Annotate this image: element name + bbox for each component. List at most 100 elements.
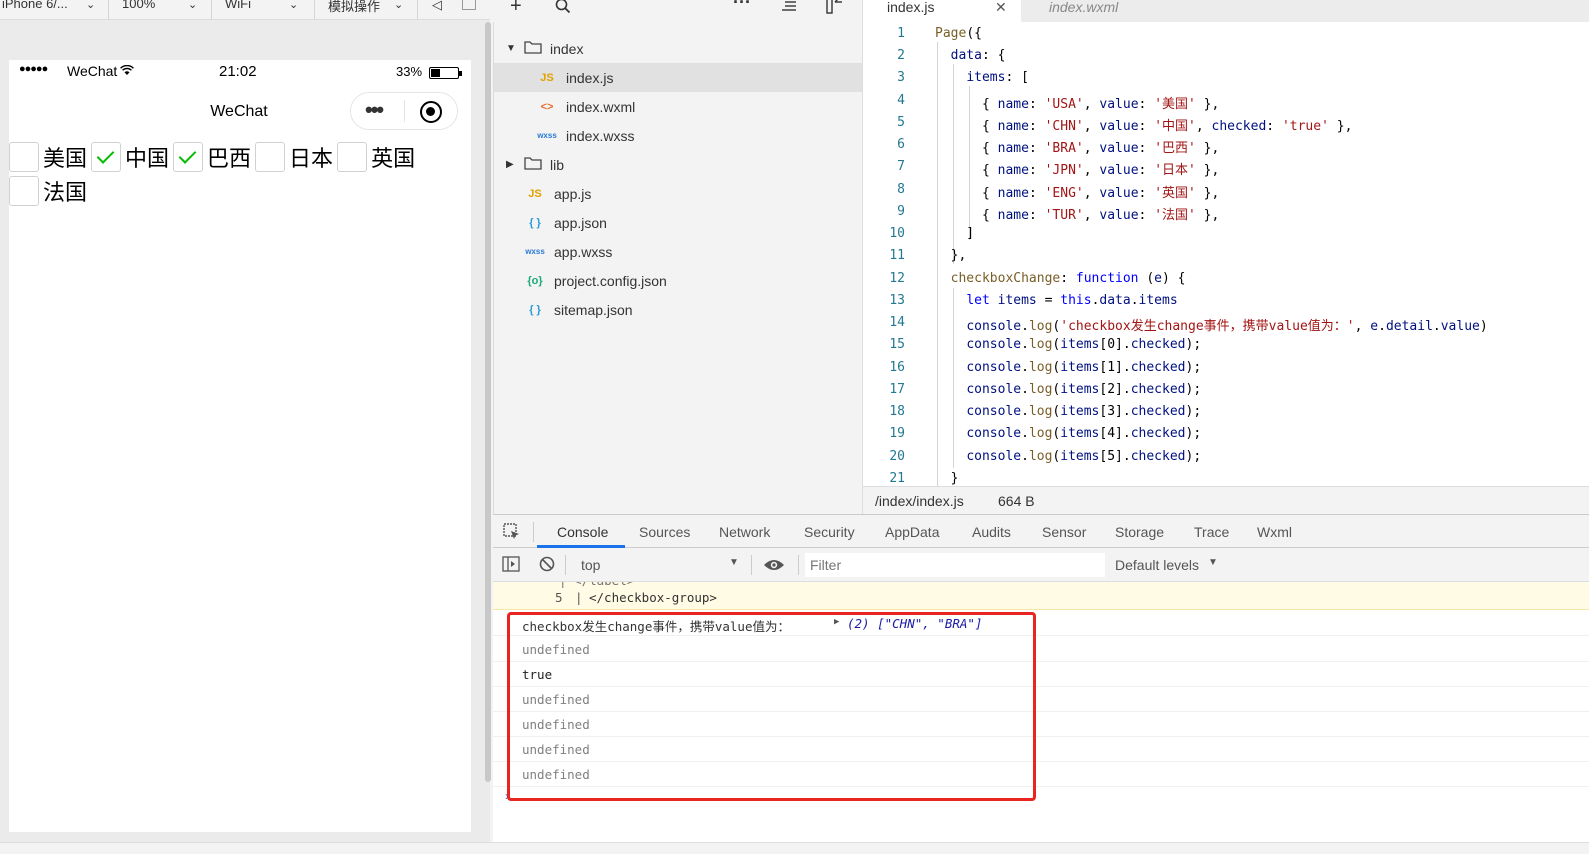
- checkbox-label: 日本: [289, 147, 334, 172]
- snippet-code: </checkbox-group>: [589, 590, 717, 605]
- line-number: 6: [897, 137, 905, 152]
- checkbox-item[interactable]: 巴西: [173, 141, 251, 173]
- code-line: console.log(items[0].checked);: [966, 337, 1202, 352]
- line-number: 11: [889, 248, 905, 263]
- search-icon[interactable]: [555, 0, 571, 17]
- divider: [211, 0, 212, 20]
- code-line: console.log(items[3].checked);: [966, 404, 1202, 419]
- checkbox-unchecked[interactable]: [255, 142, 286, 172]
- more-options-icon[interactable]: ···: [733, 0, 751, 13]
- checkbox-unchecked[interactable]: [9, 142, 39, 172]
- code-editor[interactable]: 1 2 3 4 5 6 7 8 9 10 11 12 13 14 15 16 17 18 19 20 21 Page({…: [862, 22, 1589, 486]
- chevron-right-icon[interactable]: ▶: [506, 159, 520, 170]
- log-levels-value: Default levels: [1115, 557, 1200, 573]
- line-number: 12: [889, 271, 905, 286]
- chevron-down-icon[interactable]: ▼: [506, 43, 520, 54]
- tab-index-wxml[interactable]: index.wxml: [1021, 0, 1191, 22]
- sidebar-toggle-icon[interactable]: [502, 556, 520, 575]
- caret-down-icon: ▼: [729, 557, 739, 568]
- checkbox-item[interactable]: 法国: [9, 175, 87, 207]
- wxss-file-icon: wxss: [525, 247, 545, 256]
- folder-open-icon: [524, 40, 542, 57]
- checkbox-item[interactable]: 英国: [337, 141, 415, 173]
- close-miniprogram-icon[interactable]: [420, 101, 442, 123]
- tree-item-index[interactable]: ▼ index: [494, 34, 863, 63]
- tab-network[interactable]: Network: [719, 524, 770, 540]
- line-number: 15: [889, 337, 905, 352]
- log-levels-select[interactable]: Default levels ▼: [1115, 553, 1225, 577]
- collapse-all-icon[interactable]: [781, 0, 797, 15]
- editor-status-bar: /index/index.js 664 B: [862, 486, 1589, 514]
- code-line: console.log('checkbox发生change事件，携带value值…: [966, 319, 1488, 334]
- operation-select[interactable]: 模拟操作 ⌄: [328, 0, 408, 16]
- more-icon[interactable]: •••: [365, 99, 384, 121]
- tree-item-index-js[interactable]: JS index.js: [494, 63, 863, 92]
- clock: 21:02: [219, 63, 257, 80]
- tree-item-index-wxss[interactable]: wxss index.wxss: [494, 121, 863, 150]
- code-line: Page({: [935, 26, 982, 41]
- inspect-element-icon[interactable]: [503, 523, 521, 544]
- tree-item-lib[interactable]: ▶ lib: [494, 150, 863, 179]
- tab-storage[interactable]: Storage: [1115, 524, 1164, 540]
- line-number: 1: [897, 26, 905, 41]
- simulator-scrollbar[interactable]: [485, 22, 491, 782]
- battery-fill: [431, 69, 440, 77]
- code-line: { name: 'BRA', value: '巴西' },: [935, 141, 1220, 156]
- tab-label: index.wxml: [1049, 0, 1119, 15]
- add-icon[interactable]: +: [510, 0, 522, 18]
- tree-item-project-config-json[interactable]: {o} project.config.json: [494, 266, 863, 295]
- tree-item-sitemap-json[interactable]: { } sitemap.json: [494, 295, 863, 324]
- checkbox-unchecked[interactable]: [9, 176, 39, 206]
- checkbox-item[interactable]: 中国: [91, 141, 169, 173]
- line-number: 7: [897, 159, 905, 174]
- tree-item-app-json[interactable]: { } app.json: [494, 208, 863, 237]
- checkbox-item[interactable]: 日本: [255, 141, 333, 173]
- clear-console-icon[interactable]: [539, 556, 555, 575]
- checkbox-label: 巴西: [207, 147, 252, 172]
- tree-item-label: index.wxml: [566, 98, 636, 115]
- tab-sources[interactable]: Sources: [639, 524, 690, 540]
- simulator-toolbar: iPhone 6/... ⌄ 100% ⌄ WiFi ⌄ 模拟操作 ⌄ ◁: [0, 0, 490, 20]
- device-select[interactable]: iPhone 6/... ⌄: [2, 0, 100, 16]
- eye-icon[interactable]: [763, 558, 785, 575]
- file-tree: ▼ index JS index.js <> index.wxml wxss index.wx…: [493, 22, 863, 514]
- tab-trace[interactable]: Trace: [1194, 524, 1229, 540]
- zoom-select[interactable]: 100% ⌄: [122, 0, 202, 16]
- code-line: data: {: [950, 48, 1006, 63]
- tab-security[interactable]: Security: [804, 524, 855, 540]
- checkbox-checked[interactable]: [91, 142, 122, 172]
- tree-item-app-js[interactable]: JS app.js: [494, 179, 863, 208]
- context-select[interactable]: top ▼: [573, 553, 743, 577]
- network-select[interactable]: WiFi ⌄: [225, 0, 305, 16]
- speaker-icon[interactable]: ◁: [432, 0, 442, 13]
- close-icon[interactable]: ✕: [995, 0, 1007, 14]
- tree-item-index-wxml[interactable]: <> index.wxml: [494, 92, 863, 121]
- checkbox-label: 英国: [371, 147, 416, 172]
- line-number: 16: [889, 360, 905, 375]
- code-line: { name: 'USA', value: '美国' },: [935, 97, 1220, 112]
- tab-index-js[interactable]: index.js ✕: [863, 0, 1021, 22]
- checkbox-checked[interactable]: [173, 142, 204, 172]
- divider: [798, 555, 799, 575]
- split-view-icon[interactable]: [826, 0, 844, 17]
- tab-sensor[interactable]: Sensor: [1042, 524, 1086, 540]
- filter-input[interactable]: [805, 553, 1105, 577]
- tab-console[interactable]: Console: [557, 524, 608, 540]
- tree-item-label: index: [550, 40, 584, 57]
- line-number: 3: [897, 70, 905, 85]
- line-number: 9: [897, 204, 905, 219]
- checkbox-label: 法国: [43, 181, 88, 206]
- checkbox-unchecked[interactable]: [337, 142, 368, 172]
- tab-audits[interactable]: Audits: [972, 524, 1011, 540]
- signal-dots: ●●●●●: [19, 63, 48, 75]
- checkbox-item[interactable]: 美国: [9, 141, 87, 173]
- tab-wxml[interactable]: Wxml: [1257, 524, 1292, 540]
- line-number: 21: [889, 471, 905, 486]
- tree-item-app-wxss[interactable]: wxss app.wxss: [494, 237, 863, 266]
- tree-item-label: lib: [550, 156, 565, 173]
- divider: [314, 0, 315, 20]
- tab-appdata[interactable]: AppData: [885, 524, 939, 540]
- window-icon[interactable]: [462, 0, 476, 10]
- console-output[interactable]: | </label> 5 | </checkbox-group> checkbo…: [493, 582, 1589, 843]
- battery-tip: [459, 71, 462, 76]
